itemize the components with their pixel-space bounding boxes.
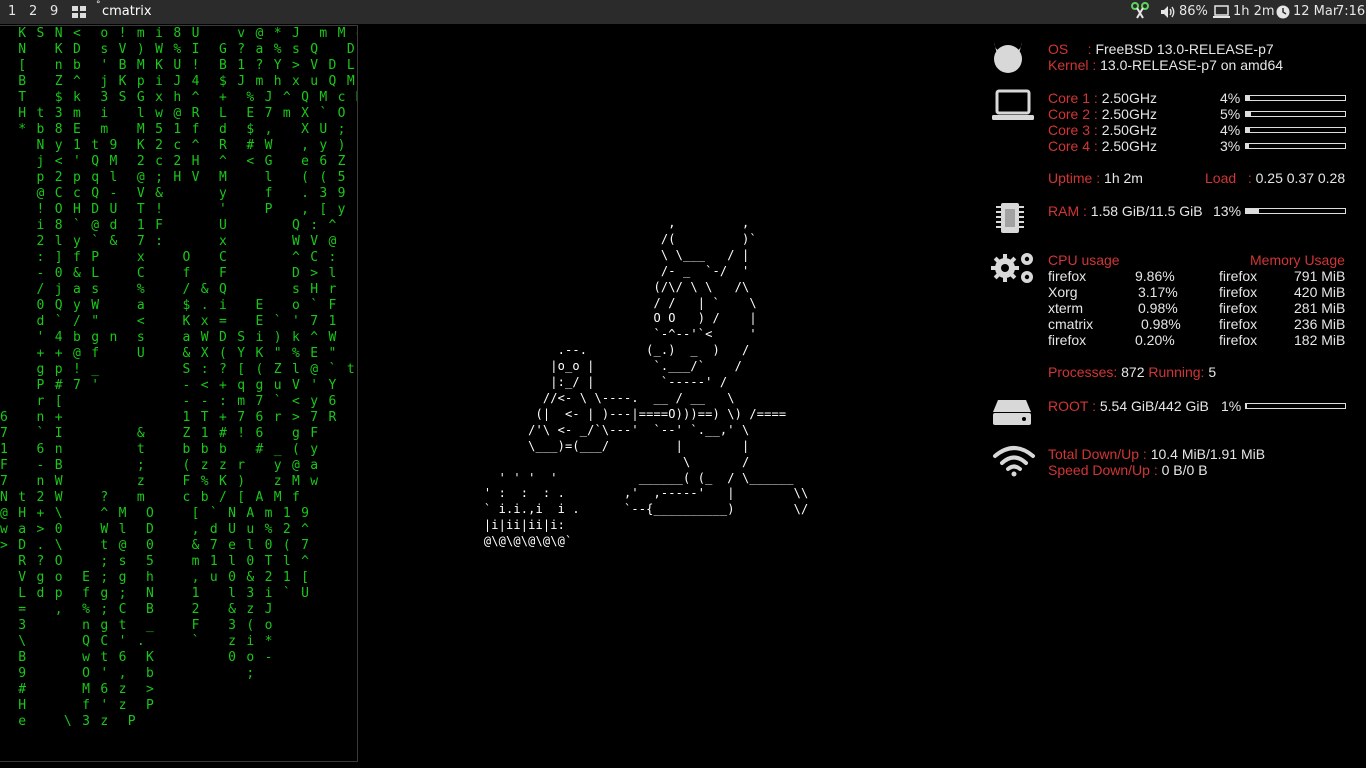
window-list-icon[interactable] bbox=[72, 6, 86, 18]
root-pct: 1% bbox=[1221, 398, 1242, 414]
memory-usage-title: Memory Usage bbox=[1250, 252, 1345, 268]
mem-proc-3-name: firefox bbox=[1219, 300, 1258, 316]
uptime-label: Uptime bbox=[1048, 170, 1093, 186]
core-3-label: Core 3 bbox=[1048, 122, 1091, 138]
ram-bar bbox=[1245, 208, 1346, 214]
os-label: OS bbox=[1048, 41, 1069, 57]
core-4-bar bbox=[1245, 143, 1346, 149]
uptime-value: 1h 2m bbox=[1104, 170, 1143, 186]
core-1-bar bbox=[1245, 95, 1346, 101]
memory-chip-icon bbox=[996, 203, 1024, 233]
ram-label: RAM bbox=[1048, 203, 1080, 219]
cpu-proc-5-name: firefox bbox=[1048, 332, 1087, 348]
cpu-proc-1-val: 9.86% bbox=[1135, 268, 1175, 284]
core-2-freq: 2.50GHz bbox=[1101, 106, 1157, 122]
mem-proc-5-val: 182 MiB bbox=[1294, 332, 1346, 348]
root-value: 5.54 GiB/442 GiB bbox=[1099, 398, 1209, 414]
mem-proc-5-name: firefox bbox=[1219, 332, 1258, 348]
ram-pct: 13% bbox=[1213, 203, 1242, 219]
clock-icon bbox=[1276, 5, 1290, 19]
core-1-label: Core 1 bbox=[1048, 90, 1091, 106]
processes-value: 872 bbox=[1121, 364, 1145, 380]
cmatrix-output: K S N < o ! m i 8 U v @ * J m M d N K D … bbox=[0, 26, 357, 729]
wifi-icon bbox=[993, 446, 1035, 477]
cpu-proc-5-val: 0.20% bbox=[1135, 332, 1175, 348]
cpu-proc-2-val: 3.17% bbox=[1138, 284, 1178, 300]
net-total-value: 10.4 MiB/1.91 MiB bbox=[1150, 446, 1266, 462]
mem-proc-2-name: firefox bbox=[1219, 284, 1258, 300]
core-3-pct: 4% bbox=[1220, 122, 1241, 138]
ascii-art-wallpaper: , , /( )` \ \___ / | /- _ `-/ ' (/\/ \ \… bbox=[483, 216, 809, 549]
freebsd-icon bbox=[994, 42, 1022, 73]
core-4-pct: 3% bbox=[1220, 138, 1241, 154]
cpu-proc-4-val: 0.98% bbox=[1141, 316, 1181, 332]
workspace-1[interactable]: 1 bbox=[8, 4, 16, 19]
core-2-pct: 5% bbox=[1220, 106, 1241, 122]
mem-proc-1-name: firefox bbox=[1219, 268, 1258, 284]
mem-proc-1-val: 791 MiB bbox=[1294, 268, 1346, 284]
core-2-label: Core 2 bbox=[1048, 106, 1091, 122]
cpu-proc-3-val: 0.98% bbox=[1138, 300, 1178, 316]
net-total-label: Total Down/Up bbox=[1048, 446, 1140, 462]
load-label: Load bbox=[1205, 170, 1237, 186]
volume-icon[interactable] bbox=[1160, 5, 1177, 19]
laptop-icon bbox=[1213, 5, 1230, 18]
core-3-bar bbox=[1245, 127, 1346, 133]
ram-value: 1.58 GiB/11.5 GiB bbox=[1090, 203, 1203, 219]
core-4-freq: 2.50GHz bbox=[1101, 138, 1157, 154]
scissors-icon[interactable] bbox=[1130, 2, 1150, 22]
core-1-pct: 4% bbox=[1220, 90, 1241, 106]
panel-time[interactable]: 7:16 bbox=[1336, 4, 1365, 19]
mem-proc-2-val: 420 MiB bbox=[1294, 284, 1346, 300]
hard-drive-icon bbox=[993, 400, 1031, 425]
cpu-usage-title: CPU usage bbox=[1048, 252, 1120, 268]
os-value: FreeBSD 13.0-RELEASE-p7 bbox=[1095, 41, 1274, 57]
window-active-indicator-icon: ° bbox=[96, 0, 101, 10]
gears-icon bbox=[991, 253, 1033, 283]
computer-icon bbox=[992, 89, 1034, 120]
kernel-value: 13.0-RELEASE-p7 on amd64 bbox=[1100, 57, 1284, 73]
top-panel: 1 2 9 ° cmatrix 86% 1h 2m 12 Mar 7:16 bbox=[0, 0, 1366, 24]
terminal-window[interactable]: K S N < o ! m i 8 U v @ * J m M d N K D … bbox=[0, 25, 358, 762]
running-value: 5 bbox=[1208, 364, 1217, 380]
workspace-9[interactable]: 9 bbox=[50, 4, 58, 19]
cpu-proc-2-name: Xorg bbox=[1048, 284, 1078, 300]
cpu-proc-1-name: firefox bbox=[1048, 268, 1087, 284]
volume-level: 86% bbox=[1179, 4, 1208, 19]
root-label: ROOT bbox=[1048, 398, 1089, 414]
root-bar bbox=[1245, 403, 1346, 409]
mem-proc-3-val: 281 MiB bbox=[1294, 300, 1346, 316]
panel-uptime: 1h 2m bbox=[1233, 4, 1275, 19]
core-2-bar bbox=[1245, 111, 1346, 117]
mem-proc-4-name: firefox bbox=[1219, 316, 1258, 332]
running-label: Running: bbox=[1148, 364, 1205, 380]
kernel-label: Kernel bbox=[1048, 57, 1089, 73]
core-1-freq: 2.50GHz bbox=[1101, 90, 1157, 106]
workspace-2[interactable]: 2 bbox=[29, 4, 37, 19]
processes-label: Processes: bbox=[1048, 364, 1118, 380]
net-speed-label: Speed Down/Up bbox=[1048, 462, 1150, 478]
panel-date[interactable]: 12 Mar bbox=[1293, 4, 1338, 19]
cpu-proc-3-name: xterm bbox=[1048, 300, 1083, 316]
taskbar-window-title[interactable]: cmatrix bbox=[102, 4, 152, 19]
load-value: 0.25 0.37 0.28 bbox=[1255, 170, 1346, 186]
mem-proc-4-val: 236 MiB bbox=[1294, 316, 1346, 332]
core-4-label: Core 4 bbox=[1048, 138, 1091, 154]
net-speed-value: 0 B/0 B bbox=[1161, 462, 1208, 478]
core-3-freq: 2.50GHz bbox=[1101, 122, 1157, 138]
cpu-proc-4-name: cmatrix bbox=[1048, 316, 1094, 332]
